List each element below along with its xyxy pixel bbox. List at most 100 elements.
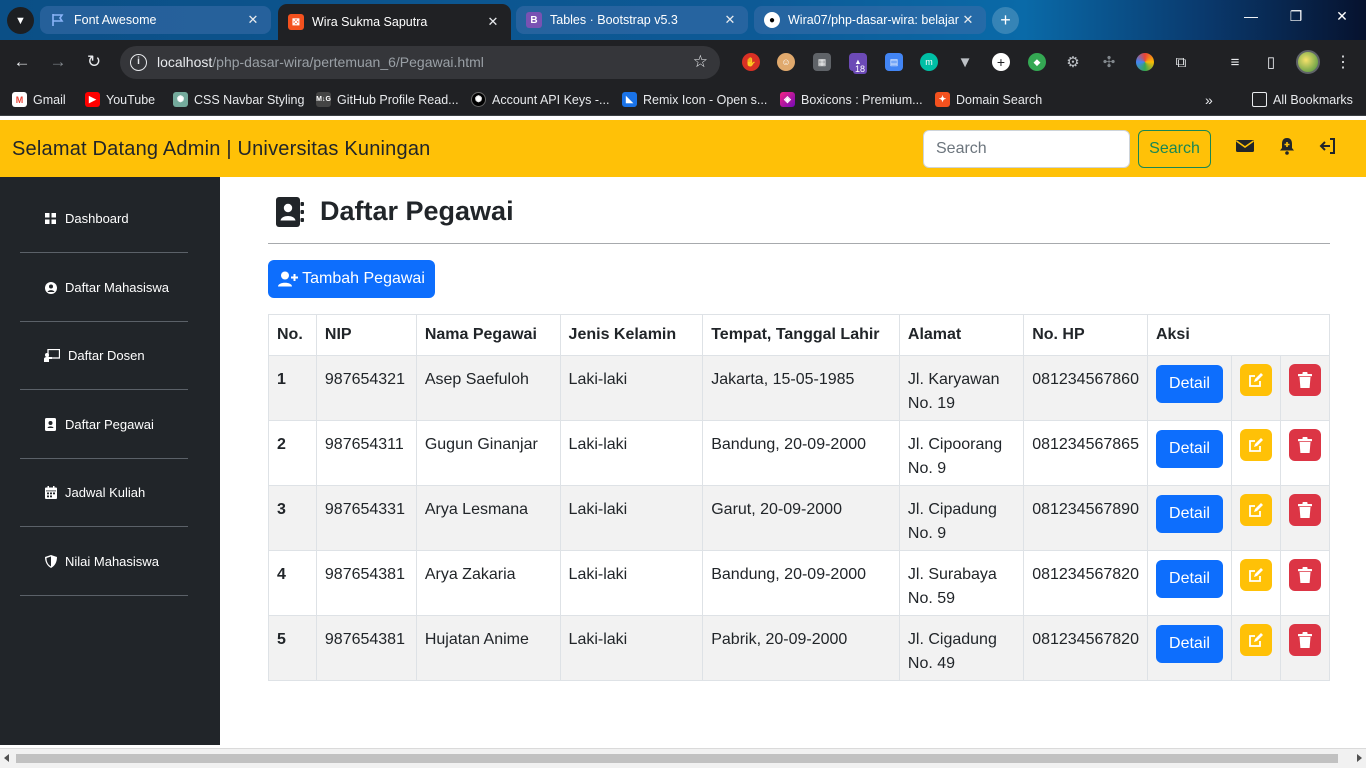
cell-action-delete bbox=[1279, 550, 1331, 616]
delete-button[interactable] bbox=[1288, 364, 1321, 396]
add-pegawai-button[interactable]: Tambah Pegawai bbox=[268, 260, 435, 298]
cell-no: 4 bbox=[268, 550, 317, 616]
scroll-right-arrow[interactable] bbox=[1357, 754, 1362, 762]
bookmark-api-keys[interactable]: ✺ Account API Keys -... bbox=[471, 92, 609, 107]
cell-no-hp: 081234567820 bbox=[1023, 550, 1148, 616]
bookmark-domain-search[interactable]: ✦ Domain Search bbox=[935, 92, 1042, 107]
tab-github[interactable]: ● Wira07/php-dasar-wira: belajar ✕ bbox=[754, 6, 986, 34]
window-close-button[interactable]: ✕ bbox=[1327, 8, 1357, 25]
cell-action-edit bbox=[1230, 615, 1281, 681]
extensions-puzzle-icon[interactable]: ⧉ bbox=[1172, 53, 1190, 71]
cell-nip: 987654311 bbox=[315, 420, 417, 486]
url-text[interactable]: localhost/php-dasar-wira/pertemuan_6/Peg… bbox=[157, 54, 484, 70]
extension-plus-icon[interactable]: + bbox=[992, 53, 1010, 71]
search-button[interactable]: Search bbox=[1138, 130, 1211, 168]
sidebar-item-nilai-mahasiswa[interactable]: Nilai Mahasiswa bbox=[20, 528, 188, 596]
user-circle-icon bbox=[44, 281, 57, 294]
extension-m-icon[interactable]: m bbox=[920, 53, 938, 71]
cell-no-hp: 081234567890 bbox=[1023, 485, 1148, 551]
tab-wira-sukma-saputra[interactable]: ⊠ Wira Sukma Saputra ✕ bbox=[278, 4, 511, 40]
bookmark-github-readme[interactable]: M↓G GitHub Profile Read... bbox=[316, 92, 459, 107]
delete-button[interactable] bbox=[1288, 494, 1321, 526]
cell-nip: 987654321 bbox=[315, 355, 417, 421]
bookmarks-overflow-icon[interactable]: » bbox=[1205, 92, 1213, 108]
extension-stop-icon[interactable]: ✋ bbox=[742, 53, 760, 71]
horizontal-scrollbar[interactable] bbox=[0, 748, 1366, 768]
detail-button[interactable]: Detail bbox=[1155, 625, 1223, 663]
forward-button[interactable]: → bbox=[47, 51, 69, 73]
edit-button[interactable] bbox=[1239, 559, 1272, 591]
edit-button[interactable] bbox=[1239, 429, 1272, 461]
navbar-brand[interactable]: Selamat Datang Admin | Universitas Kunin… bbox=[12, 138, 430, 161]
extension-docs-icon[interactable]: ▤ bbox=[885, 53, 903, 71]
sidebar-item-dashboard[interactable]: Dashboard bbox=[20, 185, 188, 253]
column-header: Tempat, Tanggal Lahir bbox=[702, 314, 900, 356]
extension-gear-icon[interactable]: ⚙ bbox=[1064, 53, 1082, 71]
restore-button[interactable]: ❐ bbox=[1281, 8, 1311, 25]
extension-face-icon[interactable]: ☺ bbox=[777, 53, 795, 71]
delete-button[interactable] bbox=[1288, 429, 1321, 461]
close-icon[interactable]: ✕ bbox=[960, 12, 976, 28]
table-header-row: No. NIP Nama Pegawai Jenis Kelamin Tempa… bbox=[268, 314, 1331, 356]
trash-icon bbox=[1297, 502, 1312, 518]
minimize-button[interactable]: — bbox=[1236, 8, 1266, 24]
extension-table-icon[interactable]: ▦ bbox=[813, 53, 831, 71]
close-icon[interactable]: ✕ bbox=[722, 12, 738, 28]
bookmark-remix-icon[interactable]: ◣ Remix Icon - Open s... bbox=[622, 92, 767, 107]
search-input[interactable] bbox=[923, 130, 1130, 168]
cell-ttl: Bandung, 20-09-2000 bbox=[702, 420, 900, 486]
back-button[interactable]: ← bbox=[11, 51, 33, 73]
close-icon[interactable]: ✕ bbox=[245, 12, 261, 28]
bookmark-gmail[interactable]: M Gmail bbox=[12, 92, 66, 107]
edit-button[interactable] bbox=[1239, 494, 1272, 526]
cell-nip: 987654331 bbox=[315, 485, 417, 551]
browser-menu-icon[interactable]: ⋮ bbox=[1334, 53, 1352, 71]
detail-button[interactable]: Detail bbox=[1155, 430, 1223, 468]
bell-plus-icon[interactable] bbox=[1277, 136, 1297, 156]
detail-button[interactable]: Detail bbox=[1155, 560, 1223, 598]
scroll-thumb[interactable] bbox=[16, 754, 1338, 763]
side-panel-icon[interactable]: ▯ bbox=[1262, 53, 1280, 71]
extension-color-icon[interactable] bbox=[1136, 53, 1154, 71]
cell-no-hp: 081234567860 bbox=[1023, 355, 1148, 421]
extension-badge: 18 bbox=[853, 64, 868, 74]
sidebar-item-daftar-mahasiswa[interactable]: Daftar Mahasiswa bbox=[20, 254, 188, 322]
bookmark-css-navbar[interactable]: ✺ CSS Navbar Styling bbox=[173, 92, 304, 107]
delete-button[interactable] bbox=[1288, 624, 1321, 656]
logout-icon[interactable] bbox=[1318, 136, 1338, 156]
bookmark-youtube[interactable]: ▶ YouTube bbox=[85, 92, 155, 107]
cell-action-delete bbox=[1279, 485, 1331, 551]
bookmark-star-icon[interactable]: ☆ bbox=[693, 52, 708, 72]
bookmark-boxicons[interactable]: ◈ Boxicons : Premium... bbox=[780, 92, 923, 107]
detail-button[interactable]: Detail bbox=[1155, 365, 1223, 403]
sidebar-item-daftar-dosen[interactable]: Daftar Dosen bbox=[20, 322, 188, 390]
extension-v-icon[interactable]: ▼ bbox=[956, 53, 974, 71]
boxicons-icon: ◈ bbox=[780, 92, 795, 107]
extension-leaf-icon[interactable]: ◆ bbox=[1028, 53, 1046, 71]
sidebar-item-daftar-pegawai[interactable]: Daftar Pegawai bbox=[20, 391, 188, 459]
edit-button[interactable] bbox=[1239, 624, 1272, 656]
detail-button[interactable]: Detail bbox=[1155, 495, 1223, 533]
new-tab-button[interactable]: + bbox=[992, 7, 1019, 34]
delete-button[interactable] bbox=[1288, 559, 1321, 591]
cell-nip: 987654381 bbox=[315, 550, 417, 616]
address-book-icon bbox=[276, 196, 304, 227]
media-control-icon[interactable]: ≡ bbox=[1226, 53, 1244, 71]
address-bar[interactable]: i localhost/php-dasar-wira/pertemuan_6/P… bbox=[120, 46, 720, 79]
close-icon[interactable]: ✕ bbox=[485, 14, 501, 30]
envelope-icon[interactable] bbox=[1235, 136, 1255, 156]
sidebar-item-jadwal-kuliah[interactable]: Jadwal Kuliah bbox=[20, 459, 188, 527]
extension-move-icon[interactable]: ✣ bbox=[1100, 53, 1118, 71]
reload-button[interactable]: ↻ bbox=[83, 51, 105, 73]
edit-button[interactable] bbox=[1239, 364, 1272, 396]
profile-avatar[interactable] bbox=[1296, 50, 1320, 74]
cell-alamat: Jl. Surabaya No. 59 bbox=[898, 550, 1025, 616]
all-bookmarks[interactable]: All Bookmarks bbox=[1252, 92, 1353, 107]
tab-font-awesome[interactable]: Font Awesome ✕ bbox=[40, 6, 271, 34]
site-info-icon[interactable]: i bbox=[130, 54, 147, 71]
scroll-left-arrow[interactable] bbox=[4, 754, 9, 762]
column-header: Aksi bbox=[1146, 314, 1331, 356]
tab-bootstrap-tables[interactable]: B Tables · Bootstrap v5.3 ✕ bbox=[516, 6, 748, 34]
cell-action-detail: Detail bbox=[1146, 355, 1232, 421]
tab-search-button[interactable]: ▼ bbox=[7, 7, 34, 34]
